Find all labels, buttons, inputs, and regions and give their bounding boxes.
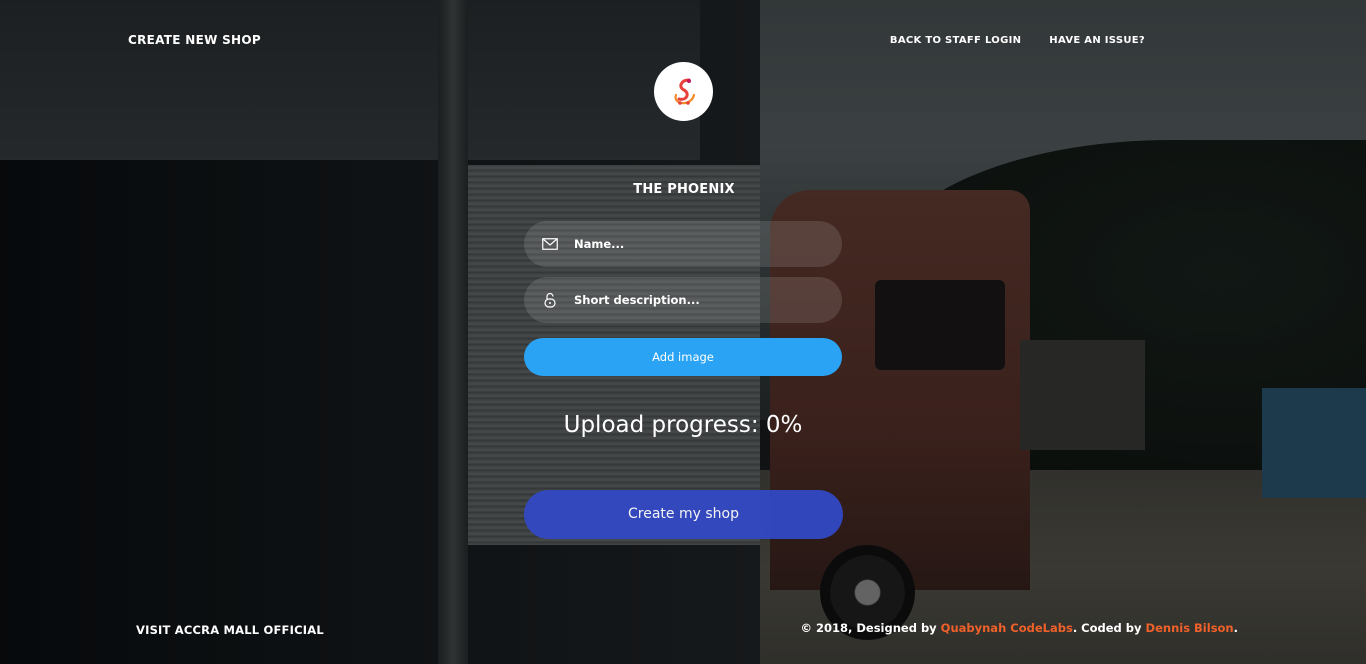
add-image-button[interactable]: Add image bbox=[524, 338, 842, 376]
coder-link[interactable]: Dennis Bilson bbox=[1146, 621, 1234, 635]
shop-brand-name: THE PHOENIX bbox=[633, 182, 735, 197]
envelope-icon bbox=[542, 236, 558, 252]
have-an-issue-link[interactable]: HAVE AN ISSUE? bbox=[1049, 35, 1145, 46]
create-shop-button[interactable]: Create my shop bbox=[524, 490, 843, 539]
coded-by-text: . Coded by bbox=[1072, 621, 1146, 635]
header-nav: BACK TO STAFF LOGIN HAVE AN ISSUE? bbox=[890, 35, 1145, 46]
description-input[interactable] bbox=[574, 293, 824, 307]
upload-progress-text: Upload progress: 0% bbox=[524, 412, 842, 438]
name-field bbox=[524, 221, 842, 267]
create-new-shop-link[interactable]: CREATE NEW SHOP bbox=[128, 33, 261, 47]
lock-icon bbox=[542, 292, 558, 308]
back-to-staff-login-link[interactable]: BACK TO STAFF LOGIN bbox=[890, 35, 1021, 46]
phoenix-logo-icon bbox=[654, 62, 713, 121]
visit-accra-mall-link[interactable]: VISIT ACCRA MALL OFFICIAL bbox=[136, 623, 324, 637]
footer-credits: © 2018, Designed by Quabynah CodeLabs. C… bbox=[800, 621, 1238, 635]
upload-progress-value: 0% bbox=[765, 412, 803, 438]
footer-period: . bbox=[1233, 621, 1238, 635]
upload-progress-label: Upload progress: bbox=[563, 412, 766, 438]
copyright-text: © 2018, Designed by bbox=[800, 621, 941, 635]
name-input[interactable] bbox=[574, 237, 824, 251]
description-field bbox=[524, 277, 842, 323]
designer-link[interactable]: Quabynah CodeLabs bbox=[941, 621, 1073, 635]
